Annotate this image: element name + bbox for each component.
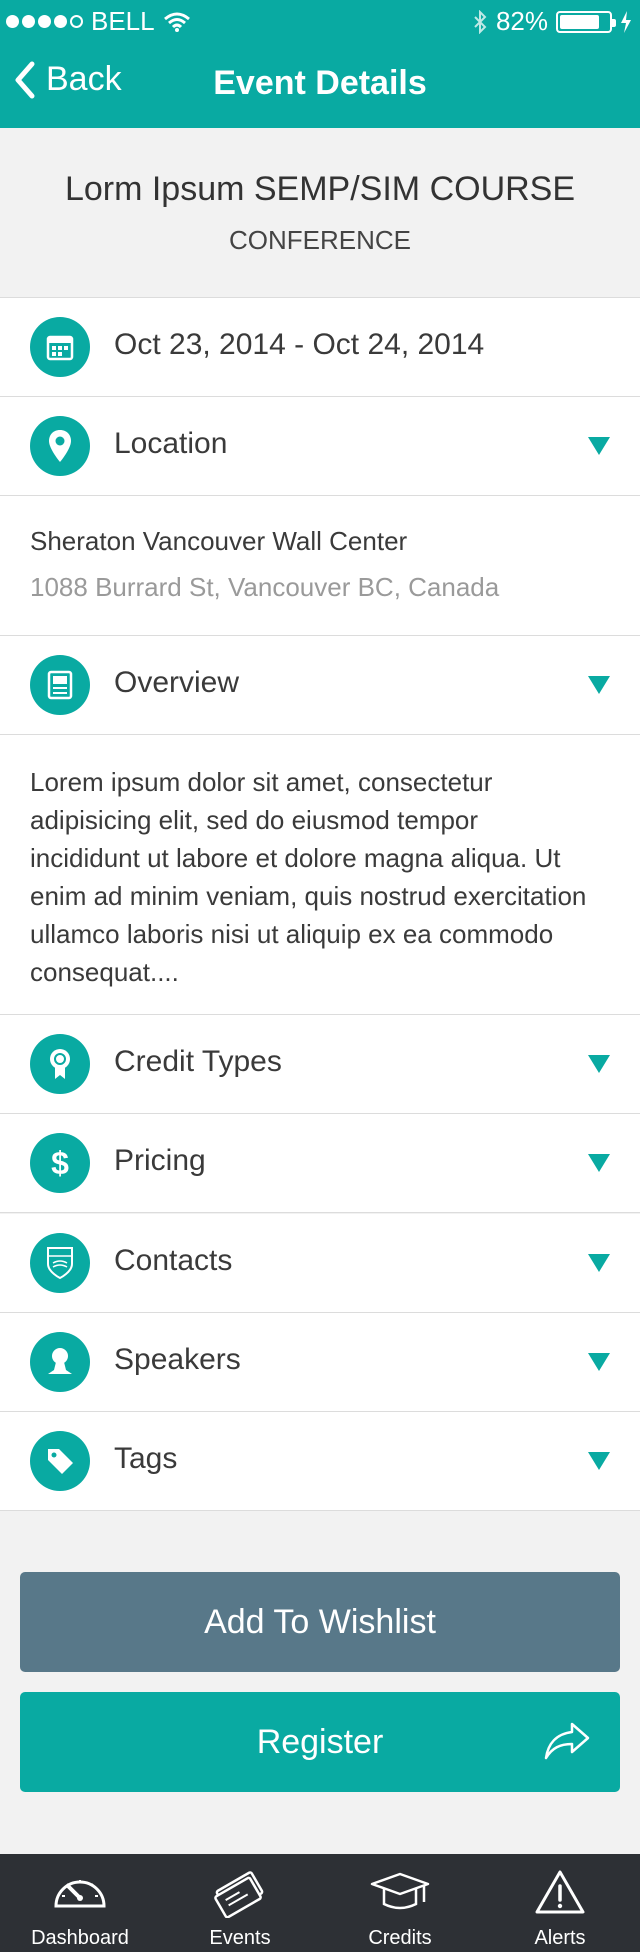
tickets-icon <box>214 1871 264 1918</box>
event-dates: Oct 23, 2014 - Oct 24, 2014 <box>114 328 485 361</box>
status-right: 82% <box>472 6 632 37</box>
register-label: Register <box>256 1723 384 1761</box>
bluetooth-icon <box>474 9 487 34</box>
calendar-icon <box>30 317 90 377</box>
credit-types-row[interactable]: Credit Types <box>0 1015 640 1114</box>
location-pin-icon <box>30 416 90 476</box>
overview-text: Lorem ipsum dolor sit amet, consectetur … <box>30 767 587 987</box>
tab-label: Credits <box>368 1927 432 1949</box>
chevron-down-icon <box>588 1154 610 1172</box>
warning-triangle-icon <box>535 1870 585 1914</box>
battery-percent: 82% <box>495 6 548 36</box>
page-title-text: Event Details <box>213 64 427 102</box>
chevron-down-icon <box>588 437 610 455</box>
status-left: BELL <box>6 6 191 37</box>
event-title: Lorm Ipsum SEMP/SIM COURSE <box>64 170 576 208</box>
tab-dashboard[interactable]: Dashboard <box>0 1854 160 1952</box>
nav-bar: Back Event Details <box>0 40 640 128</box>
chevron-down-icon <box>588 1353 610 1371</box>
svg-text:$: $ <box>51 1146 69 1180</box>
contacts-label: Contacts <box>114 1244 233 1277</box>
chevron-down-icon <box>588 1055 610 1073</box>
tab-alerts[interactable]: Alerts <box>480 1854 640 1952</box>
chevron-down-icon <box>588 676 610 694</box>
venue-name: Sheraton Vancouver Wall Center <box>30 526 408 556</box>
tab-credits[interactable]: Credits <box>320 1854 480 1952</box>
event-header: Lorm Ipsum SEMP/SIM COURSE CONFERENCE <box>0 128 640 298</box>
location-detail: Sheraton Vancouver Wall Center 1088 Burr… <box>0 496 640 636</box>
dashboard-gauge-icon <box>54 1880 106 1908</box>
person-icon <box>30 1332 90 1392</box>
tab-label: Alerts <box>534 1927 586 1949</box>
tab-label: Events <box>209 1927 271 1949</box>
tags-row[interactable]: Tags <box>0 1412 640 1511</box>
add-to-wishlist-button[interactable]: Add To Wishlist <box>20 1572 620 1672</box>
carrier-name: BELL <box>91 6 155 36</box>
tab-label: Dashboard <box>31 1927 129 1949</box>
credit-types-label: Credit Types <box>114 1045 282 1078</box>
chevron-down-icon <box>588 1254 610 1272</box>
pricing-row[interactable]: $ Pricing <box>0 1114 640 1213</box>
ubc-crest-icon <box>30 1233 90 1293</box>
register-button[interactable]: Register <box>20 1692 620 1792</box>
award-ribbon-icon <box>30 1034 90 1094</box>
speakers-label: Speakers <box>114 1343 241 1376</box>
page-title: Event Details <box>0 64 640 103</box>
event-type: CONFERENCE <box>228 225 411 255</box>
overview-label: Overview <box>114 666 240 699</box>
tab-bar: Dashboard Events Credits Alerts <box>0 1854 640 1952</box>
date-row: Oct 23, 2014 - Oct 24, 2014 <box>0 298 640 397</box>
tags-label: Tags <box>114 1442 178 1475</box>
dollar-icon: $ <box>30 1133 90 1193</box>
tag-icon <box>30 1431 90 1491</box>
overview-row[interactable]: Overview <box>0 636 640 735</box>
share-arrow-icon <box>544 1722 590 1760</box>
graduation-cap-icon <box>370 1872 430 1910</box>
tab-events[interactable]: Events <box>160 1854 320 1952</box>
wifi-icon <box>163 12 190 32</box>
charging-bolt-icon <box>621 10 631 33</box>
battery-icon <box>556 10 616 33</box>
overview-detail: Lorem ipsum dolor sit amet, consectetur … <box>0 735 640 1015</box>
document-icon <box>30 655 90 715</box>
status-bar: BELL 82% <box>0 0 640 40</box>
speakers-row[interactable]: Speakers <box>0 1313 640 1412</box>
signal-strength-icon <box>6 15 83 28</box>
venue-address: 1088 Burrard St, Vancouver BC, Canada <box>30 572 500 602</box>
location-row[interactable]: Location <box>0 397 640 496</box>
pricing-label: Pricing <box>114 1144 206 1177</box>
contacts-row[interactable]: Contacts <box>0 1214 640 1313</box>
chevron-down-icon <box>588 1452 610 1470</box>
location-label: Location <box>114 427 228 460</box>
